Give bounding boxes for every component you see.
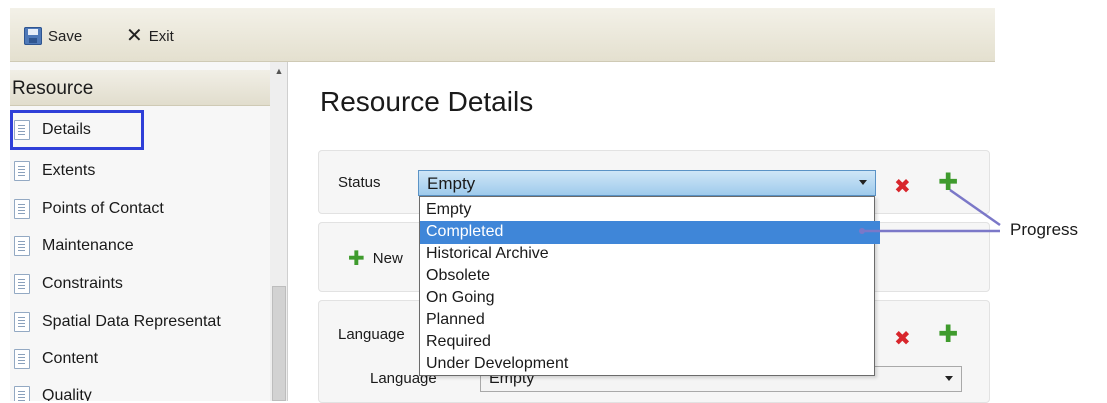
callout-line-plus xyxy=(949,188,1001,227)
callout-lines xyxy=(859,188,1001,234)
callout-label-progress: Progress xyxy=(1010,220,1079,239)
callout-dot xyxy=(859,228,865,234)
